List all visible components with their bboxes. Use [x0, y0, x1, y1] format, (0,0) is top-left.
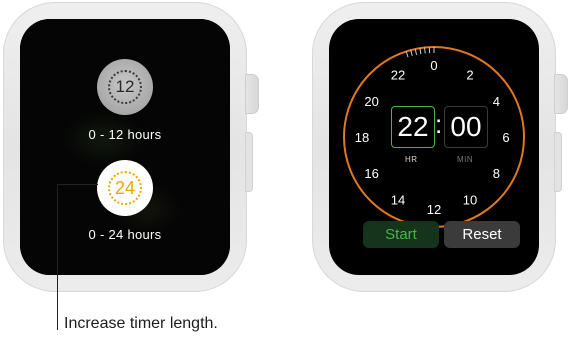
option-12-hours-dial[interactable]: 12	[97, 59, 153, 115]
minutes-unit-label: MIN	[457, 155, 474, 164]
side-button[interactable]	[554, 132, 562, 192]
callout-leader-line	[57, 184, 98, 330]
dial-number: 10	[463, 192, 477, 207]
watch-screen-duration-options: 12 0 - 12 hours 24 0 - 24 hours	[20, 19, 230, 275]
dial-tick	[424, 47, 426, 54]
callout-text: Increase timer length.	[64, 315, 218, 332]
side-button[interactable]	[245, 132, 253, 192]
dial-number: 4	[493, 94, 500, 109]
dial-number: 16	[364, 166, 378, 181]
dial-number: 6	[502, 130, 509, 145]
option-24-label[interactable]: 0 - 24 hours	[20, 227, 230, 242]
watch-right: 0 2 4 6 8 10 12 14 16 18 20 22 22 : 00 HR MIN Start…	[312, 2, 568, 292]
dial-number: 12	[427, 202, 441, 217]
dial-number: 22	[391, 68, 405, 83]
digital-crown[interactable]	[245, 74, 259, 114]
dial-number: 20	[364, 94, 378, 109]
dial-number: 14	[391, 192, 405, 207]
dial-tick	[419, 48, 422, 55]
hours-unit-label: HR	[405, 155, 418, 164]
hours-picker[interactable]: 22	[391, 106, 435, 148]
dial-number: 8	[493, 166, 500, 181]
dial-tick	[414, 48, 418, 55]
dial-tick	[410, 49, 413, 56]
dial-number: 0	[430, 58, 437, 73]
dial-number: 18	[355, 130, 369, 145]
minutes-picker[interactable]: 00	[444, 106, 488, 148]
illustration: 12 0 - 12 hours 24 0 - 24 hours 0 2 4 6 8 10 1…	[0, 0, 570, 337]
dial-ticks	[405, 47, 435, 58]
option-24-hours-dial[interactable]: 24	[97, 160, 153, 216]
start-button[interactable]: Start	[363, 221, 439, 248]
digital-crown[interactable]	[554, 74, 568, 114]
watch-screen-timer: 0 2 4 6 8 10 12 14 16 18 20 22 22 : 00 HR MIN Start…	[329, 19, 539, 275]
option-12-label[interactable]: 0 - 12 hours	[20, 127, 230, 142]
dial-tick	[405, 51, 409, 58]
watch-left: 12 0 - 12 hours 24 0 - 24 hours	[3, 2, 259, 292]
hours-value: 22	[397, 111, 429, 142]
reset-button[interactable]: Reset	[444, 221, 520, 248]
option-12-number: 12	[115, 77, 135, 96]
time-separator: :	[435, 109, 443, 139]
dial-number: 2	[466, 68, 473, 83]
minutes-value: 00	[450, 111, 482, 142]
option-24-number: 24	[114, 177, 136, 198]
